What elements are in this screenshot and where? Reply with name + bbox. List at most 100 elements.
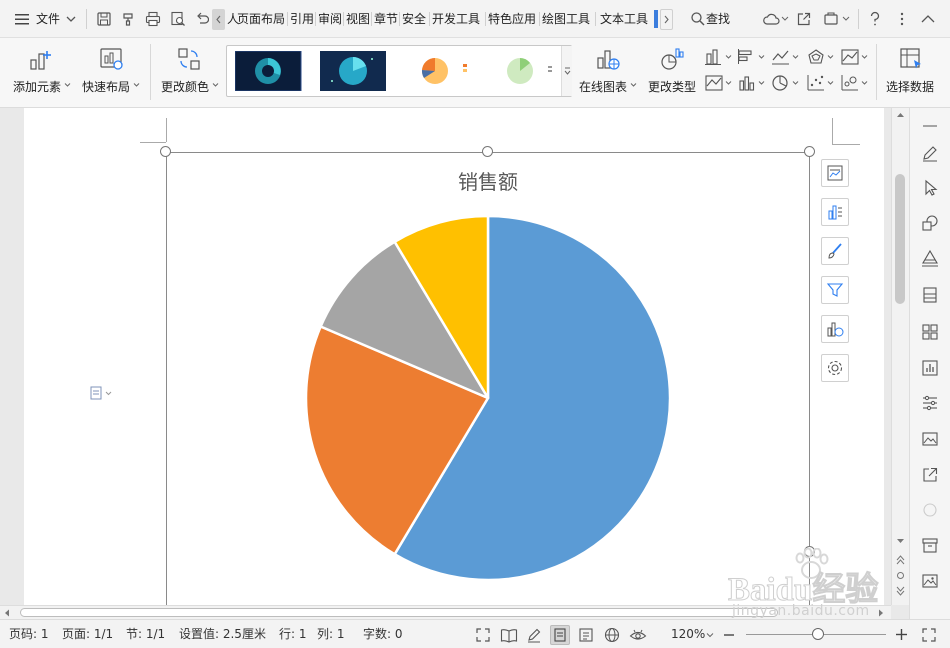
tab-sections[interactable]: 章节 xyxy=(374,0,398,38)
tab-text-tools[interactable]: 文本工具 xyxy=(600,0,648,38)
tab-developer-tools[interactable]: 开发工具 xyxy=(432,0,480,38)
more-options-icon[interactable] xyxy=(896,11,908,27)
vertical-scrollbar[interactable] xyxy=(891,108,909,605)
property-icon[interactable] xyxy=(921,286,939,304)
chevron-down-icon[interactable] xyxy=(861,54,868,60)
status-page-count[interactable]: 页面: 1/1 xyxy=(62,620,113,648)
chart-style-thumbnail-green[interactable] xyxy=(490,51,560,91)
chevron-down-icon[interactable] xyxy=(706,632,714,638)
previous-page-icon[interactable] xyxy=(896,555,905,565)
vertical-scroll-thumb[interactable] xyxy=(895,174,905,304)
chart-settings-button[interactable] xyxy=(821,354,849,382)
online-chart-side-button[interactable] xyxy=(821,315,849,343)
tab-references[interactable]: 引用 xyxy=(290,0,314,38)
tab-page-layout[interactable]: 页面布局 xyxy=(237,0,285,38)
undo-icon[interactable] xyxy=(195,11,209,27)
chart-style-thumbnail-orange[interactable] xyxy=(405,51,475,91)
web-view-icon[interactable] xyxy=(604,627,620,643)
chart-filter-button[interactable] xyxy=(821,276,849,304)
outline-view-icon[interactable] xyxy=(578,627,594,643)
adjustments-icon[interactable] xyxy=(921,394,939,412)
chevron-down-icon[interactable] xyxy=(827,54,834,60)
column-chart-icon[interactable] xyxy=(704,48,724,66)
chevron-down-icon[interactable] xyxy=(758,54,765,60)
status-section[interactable]: 节: 1/1 xyxy=(126,620,165,648)
image-gallery-icon[interactable] xyxy=(921,430,939,448)
zoom-out-icon[interactable] xyxy=(723,629,735,641)
change-type-button[interactable]: 更改类型 xyxy=(644,38,700,108)
print-preview-icon[interactable] xyxy=(170,11,186,27)
chevron-down-icon[interactable] xyxy=(725,54,732,60)
scroll-left-arrow[interactable] xyxy=(4,609,10,617)
help-icon[interactable] xyxy=(868,11,882,27)
collapse-ribbon-icon[interactable] xyxy=(920,13,936,25)
chevron-down-icon[interactable] xyxy=(842,15,850,23)
add-element-button[interactable]: 添加元素 xyxy=(8,38,74,108)
edit-icon[interactable] xyxy=(921,144,939,162)
chevron-down-icon[interactable] xyxy=(758,80,765,86)
eye-protection-icon[interactable] xyxy=(629,627,647,643)
bar-chart-icon[interactable] xyxy=(737,48,757,66)
chevron-down-icon[interactable] xyxy=(781,15,789,23)
quick-layout-button[interactable]: 快速布局 xyxy=(78,38,144,108)
tabs-scroll-right-button[interactable] xyxy=(660,9,673,30)
share-icon[interactable] xyxy=(796,11,812,27)
select-data-button[interactable]: 选择数据 xyxy=(882,38,944,108)
bubble-chart-icon[interactable] xyxy=(840,74,860,92)
combo-chart-icon[interactable] xyxy=(737,74,757,92)
tab-special-apps[interactable]: 特色应用 xyxy=(488,0,536,38)
page-view-button[interactable] xyxy=(550,625,570,645)
scatter-chart-icon[interactable] xyxy=(806,74,826,92)
status-row[interactable]: 行: 1 xyxy=(279,620,307,648)
fullscreen-icon[interactable] xyxy=(475,627,491,643)
area-chart-icon[interactable] xyxy=(840,48,860,66)
resize-handle-top-left[interactable] xyxy=(160,146,171,157)
export-icon[interactable] xyxy=(921,466,939,484)
next-page-icon[interactable] xyxy=(896,586,905,596)
picture-icon[interactable] xyxy=(921,572,939,590)
search-button[interactable]: 查找 xyxy=(706,0,730,38)
zoom-in-icon[interactable] xyxy=(895,628,908,641)
status-page-number[interactable]: 页码: 1 xyxy=(9,620,49,648)
chevron-down-icon[interactable] xyxy=(861,80,868,86)
zoom-level[interactable]: 120% xyxy=(671,620,705,648)
collapse-panel-icon[interactable] xyxy=(921,118,939,134)
status-setting-value[interactable]: 设置值: 2.5厘米 xyxy=(179,620,266,648)
chevron-down-icon[interactable] xyxy=(792,80,799,86)
online-chart-button[interactable]: 在线图表 xyxy=(576,38,638,108)
chevron-down-icon[interactable] xyxy=(725,80,732,86)
browse-object-icon[interactable] xyxy=(896,571,905,580)
grid-apps-icon[interactable] xyxy=(921,323,939,341)
chevron-down-icon[interactable] xyxy=(792,54,799,60)
format-painter-icon[interactable] xyxy=(121,11,137,27)
tab-view[interactable]: 视图 xyxy=(346,0,370,38)
style-layers-icon[interactable] xyxy=(921,249,939,267)
fit-window-icon[interactable] xyxy=(921,627,937,643)
tabs-scroll-left-button[interactable] xyxy=(212,9,225,30)
paragraph-layout-icon[interactable] xyxy=(90,386,120,400)
write-mode-icon[interactable] xyxy=(526,627,542,643)
chart-panel-icon[interactable] xyxy=(921,359,939,377)
archive-box-icon[interactable] xyxy=(921,536,939,554)
status-column[interactable]: 列: 1 xyxy=(317,620,345,648)
file-menu[interactable]: 文件 xyxy=(36,0,60,38)
resize-handle-top-right[interactable] xyxy=(804,146,815,157)
pie-chart-icon[interactable] xyxy=(771,74,791,92)
cloud-sync-icon[interactable] xyxy=(823,11,839,27)
tab-drawing-tools[interactable]: 绘图工具 xyxy=(542,0,590,38)
horizontal-scroll-thumb[interactable] xyxy=(20,608,778,617)
chart-style-thumbnail-dark-2[interactable] xyxy=(320,51,390,91)
save-icon[interactable] xyxy=(96,11,112,27)
chart-brush-button[interactable] xyxy=(821,237,849,265)
chart-style-thumbnail-dark-1[interactable] xyxy=(235,51,305,91)
chevron-down-icon[interactable] xyxy=(66,14,76,24)
tab-security[interactable]: 安全 xyxy=(402,0,426,38)
chart-styles-button[interactable] xyxy=(821,198,849,226)
scroll-up-arrow[interactable] xyxy=(896,112,905,118)
search-icon[interactable] xyxy=(690,11,706,27)
gallery-expand-button[interactable] xyxy=(561,46,572,96)
scroll-right-arrow[interactable] xyxy=(878,609,884,617)
print-icon[interactable] xyxy=(145,11,161,27)
zoom-slider-thumb[interactable] xyxy=(812,628,824,640)
change-color-button[interactable]: 更改颜色 xyxy=(156,38,222,108)
